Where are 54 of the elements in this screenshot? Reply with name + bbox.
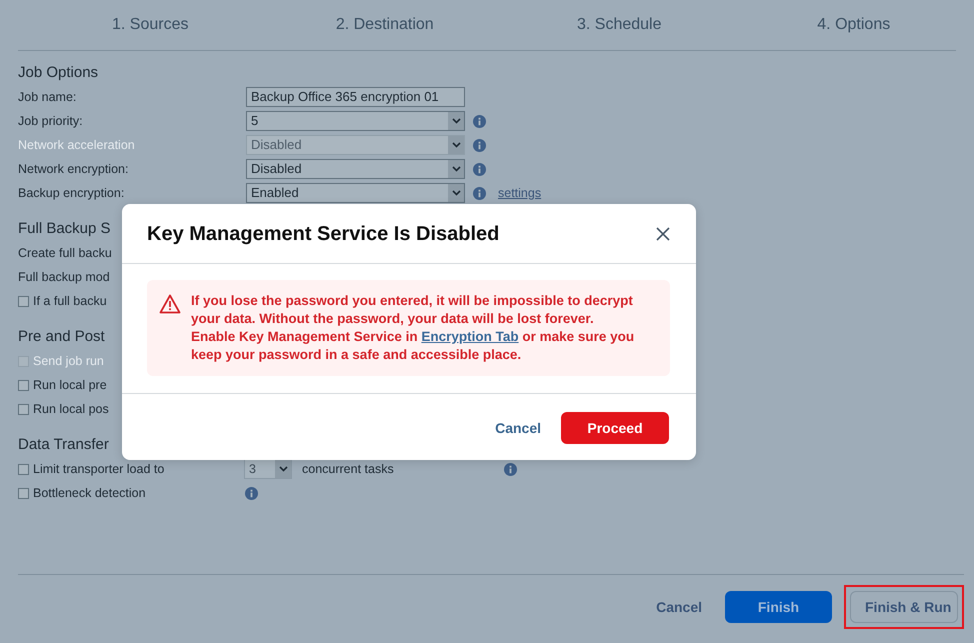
select-field[interactable]: 5 (246, 111, 465, 131)
footer-button[interactable]: Finish (725, 591, 832, 623)
info-icon[interactable] (473, 114, 486, 128)
select-field[interactable]: Disabled (246, 159, 465, 179)
section-heading: Data Transfer (18, 435, 109, 455)
wizard-step[interactable]: 4. Options (722, 13, 956, 37)
checkbox[interactable] (18, 296, 29, 306)
field-label: concurrent tasks (302, 460, 394, 478)
checkbox[interactable] (18, 488, 29, 498)
checkbox[interactable] (18, 380, 29, 390)
info-icon[interactable] (473, 186, 486, 200)
section-heading: Full Backup S (18, 219, 111, 239)
field-label: Job priority: (18, 112, 84, 130)
field-label: Create full backu (18, 244, 113, 262)
checkbox[interactable] (18, 464, 29, 474)
field-label: Network acceleration (18, 136, 136, 154)
select-field[interactable]: Enabled (246, 183, 465, 203)
checkbox-label: Send job run (33, 352, 104, 370)
warning-message: If you lose the password you entered, it will be impossible to decrypt your data. Without the password, your data will be lost forever. (191, 292, 634, 328)
caret-icon (278, 466, 288, 472)
section-heading: Pre and Post (18, 327, 105, 347)
field-label: Network encryption: (18, 160, 130, 178)
dialog-title: Key Management Service Is Disabled (147, 222, 500, 246)
caret-icon (452, 190, 460, 196)
checkbox-label: Bottleneck detection (33, 484, 147, 502)
warning-message: Enable Key Management Service in Encryption Tab or make sure you keep your password in a safe and accessible place. (191, 328, 636, 364)
close-button[interactable] (654, 224, 672, 242)
section-heading: Job Options (18, 63, 98, 83)
input-field[interactable]: Backup Office 365 encryption 01 (246, 87, 465, 107)
caret-icon (452, 166, 460, 172)
checkbox[interactable] (18, 404, 29, 414)
warning-icon (159, 294, 181, 314)
info-icon[interactable] (504, 462, 517, 476)
caret-icon (452, 142, 460, 148)
info-icon[interactable] (473, 162, 486, 176)
wizard-step[interactable]: 3. Schedule (487, 13, 722, 37)
wizard-step[interactable]: 1. Sources (18, 13, 252, 37)
field-label: Backup encryption: (18, 184, 126, 202)
number-field[interactable]: 3 (244, 459, 292, 479)
checkbox-label: If a full backu (33, 292, 107, 310)
wizard-step[interactable]: 2. Destination (252, 13, 487, 37)
cancel-link[interactable]: Cancel (651, 591, 707, 623)
checkbox-label: Limit transporter load to (33, 460, 166, 478)
info-icon[interactable] (245, 486, 258, 500)
caret-icon (452, 118, 460, 124)
field-label: Job name: (18, 88, 78, 106)
encryption-tab-link[interactable]: Encryption Tab (421, 329, 519, 344)
checkbox-label: Run local pre (33, 376, 107, 394)
footer-button[interactable]: Finish & Run (850, 591, 958, 623)
settings-link[interactable]: settings (498, 184, 542, 202)
proceed-button[interactable]: Proceed (561, 412, 669, 444)
checkbox-label: Run local pos (33, 400, 109, 418)
cancel-button[interactable]: Cancel (491, 412, 545, 444)
field-label: Full backup mod (18, 268, 111, 286)
